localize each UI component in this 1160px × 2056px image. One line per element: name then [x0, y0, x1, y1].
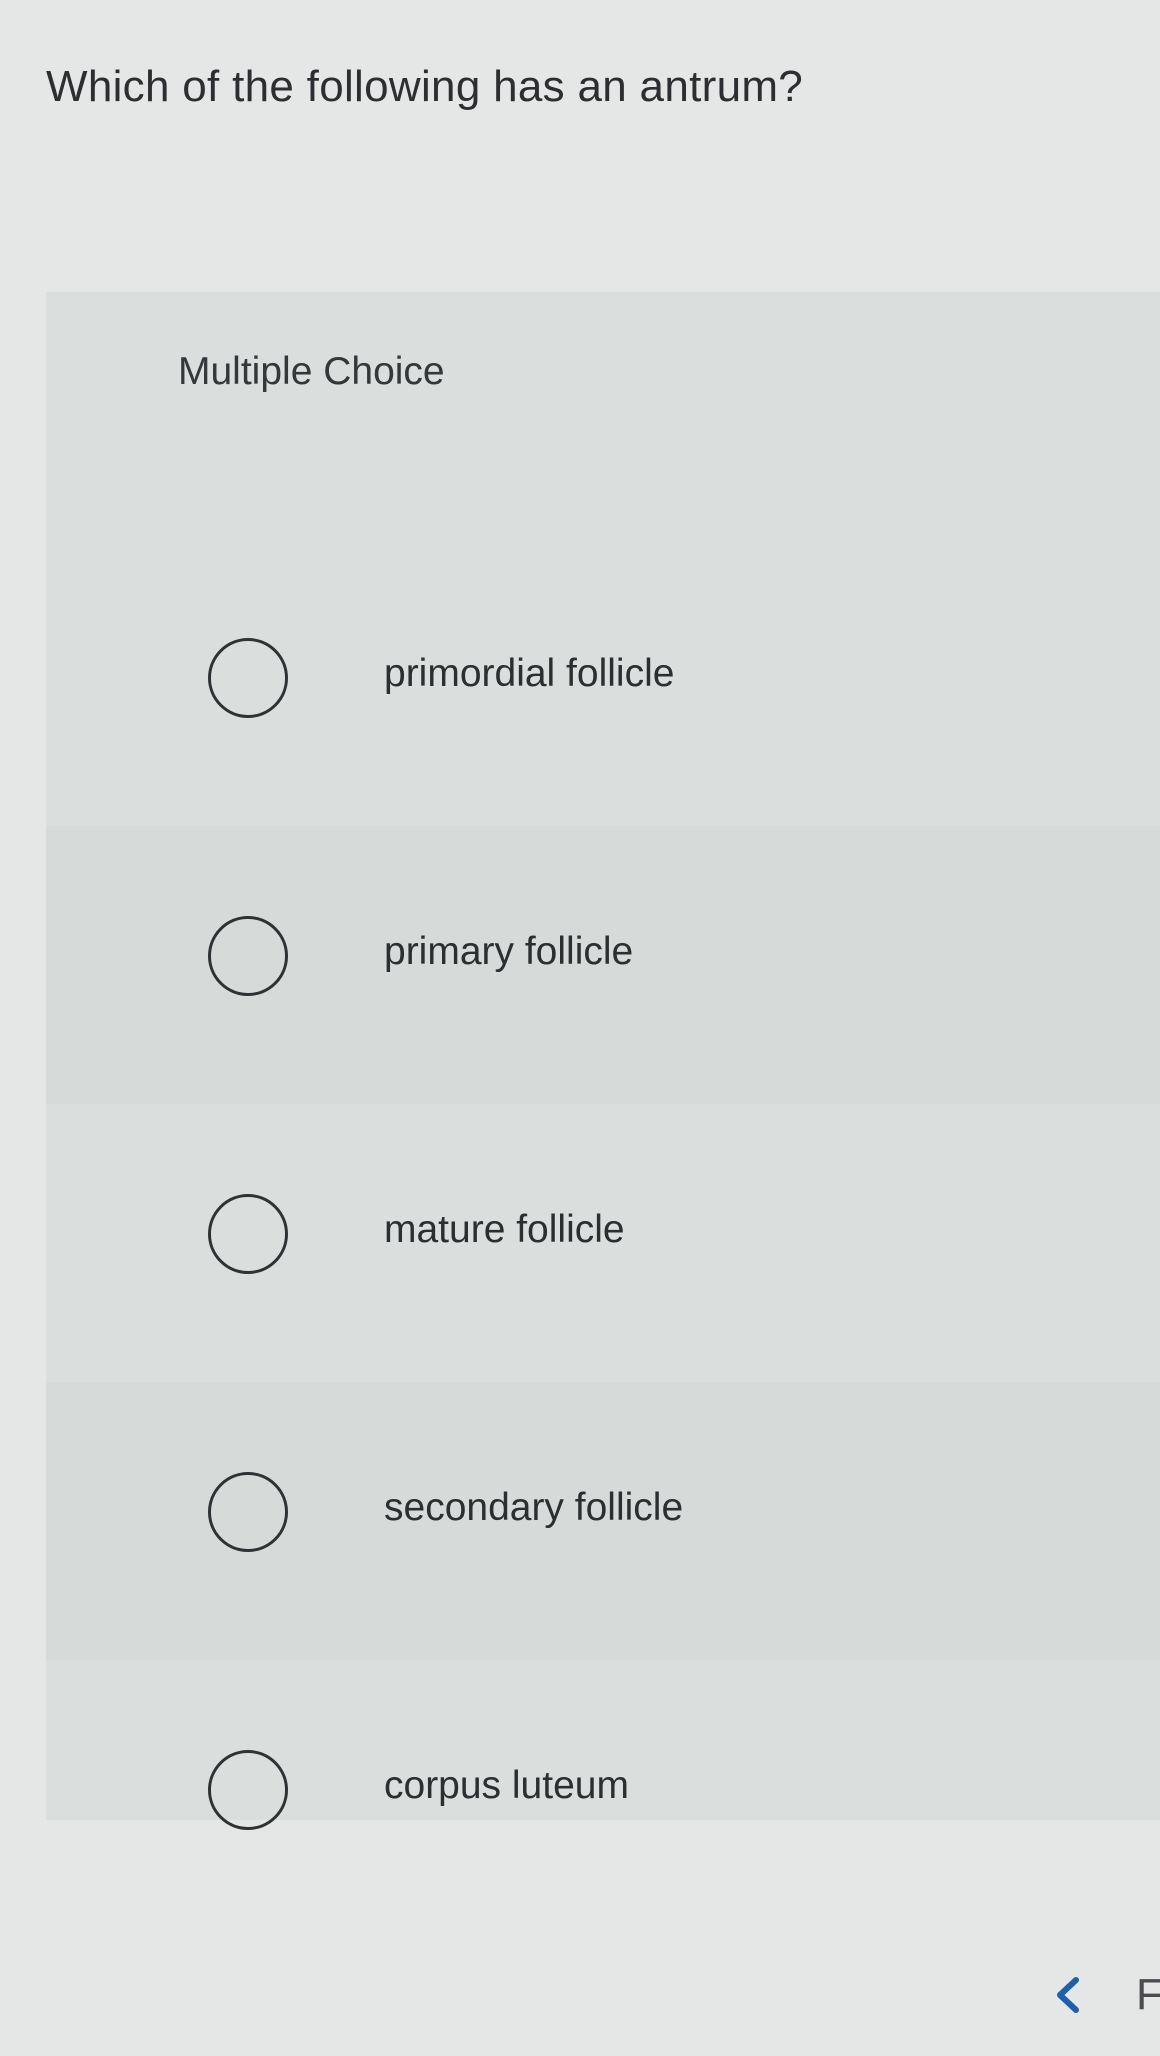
choice-header: Multiple Choice [46, 292, 1160, 452]
option-label[interactable]: corpus luteum [384, 1764, 629, 1808]
chevron-left-icon[interactable] [1048, 1974, 1090, 2016]
option-primary-follicle[interactable]: primary follicle [46, 826, 1160, 1104]
radio-button-icon[interactable] [208, 1750, 288, 1830]
radio-button-icon[interactable] [208, 916, 288, 996]
option-mature-follicle[interactable]: mature follicle [46, 1104, 1160, 1382]
next-button-partial-text[interactable]: F [1136, 1970, 1160, 2020]
multiple-choice-panel: Multiple Choice primordial follicle prim… [46, 292, 1160, 1830]
question-text: Which of the following has an antrum? [46, 62, 804, 111]
option-secondary-follicle[interactable]: secondary follicle [46, 1382, 1160, 1660]
radio-button-icon[interactable] [208, 1472, 288, 1552]
option-label[interactable]: primordial follicle [384, 652, 674, 696]
option-label[interactable]: secondary follicle [384, 1486, 683, 1530]
option-corpus-luteum[interactable]: corpus luteum [46, 1660, 1160, 1938]
options-list: primordial follicle primary follicle mat… [46, 548, 1160, 1938]
option-primordial-follicle[interactable]: primordial follicle [46, 548, 1160, 826]
bottom-navigation: F [1040, 1946, 1160, 2056]
multiple-choice-label: Multiple Choice [178, 350, 445, 393]
option-label[interactable]: primary follicle [384, 930, 633, 974]
radio-button-icon[interactable] [208, 1194, 288, 1274]
radio-button-icon[interactable] [208, 638, 288, 718]
option-label[interactable]: mature follicle [384, 1208, 625, 1252]
